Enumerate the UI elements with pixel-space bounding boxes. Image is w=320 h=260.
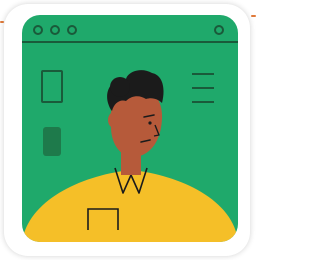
eye xyxy=(148,121,152,125)
decorative-accent xyxy=(0,21,4,23)
person-avatar-illustration xyxy=(22,15,238,242)
ear xyxy=(108,112,120,128)
placeholder-tab-filled xyxy=(43,127,61,156)
hair-bun xyxy=(110,77,130,97)
decorative-accent xyxy=(251,15,256,17)
browser-window-illustration xyxy=(22,15,238,242)
